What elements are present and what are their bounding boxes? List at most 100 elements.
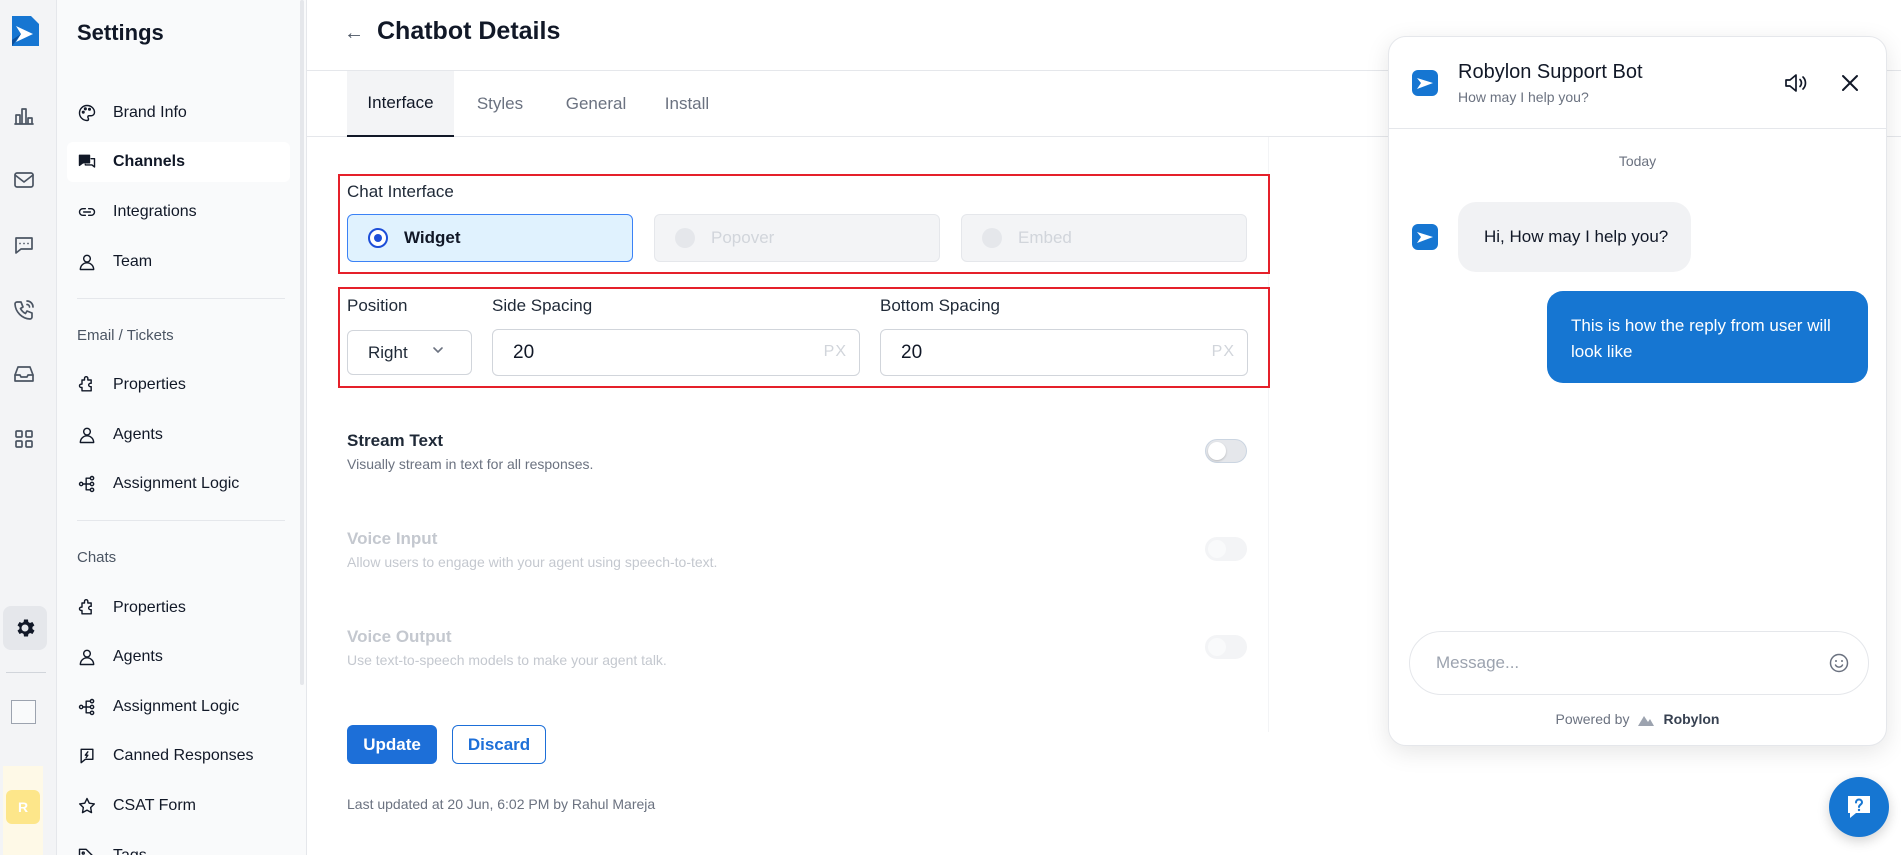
- help-chat-launcher-button[interactable]: [1829, 777, 1889, 837]
- star-icon: [78, 797, 96, 814]
- quick-reply-icon: [80, 748, 94, 764]
- update-button[interactable]: Update: [347, 725, 437, 764]
- sidebar-item-csat-form[interactable]: CSAT Form: [67, 786, 290, 826]
- mail-icon[interactable]: [10, 166, 38, 194]
- option-popover: Popover: [654, 214, 940, 262]
- tab-interface[interactable]: Interface: [347, 71, 454, 137]
- chevron-down-icon: [433, 347, 443, 354]
- position-select-value: Right: [368, 342, 408, 362]
- position-select[interactable]: Right: [347, 330, 472, 375]
- sidebar-item-label: CSAT Form: [113, 797, 196, 814]
- robylon-logo-icon[interactable]: [9, 14, 41, 48]
- voice-input-toggle: [1205, 537, 1247, 561]
- voice-input-title: Voice Input: [347, 529, 438, 548]
- sidebar-scrollbar[interactable]: [300, 0, 304, 685]
- sidebar-item-label: Tags: [113, 847, 147, 855]
- bot-avatar-icon: [1412, 224, 1438, 250]
- tab-styles[interactable]: Styles: [454, 71, 546, 137]
- phone-icon[interactable]: [10, 296, 38, 324]
- tab-general[interactable]: General: [546, 71, 646, 137]
- chat-widget-preview: Robylon Support Bot How may I help you? …: [1388, 36, 1887, 746]
- chat-header: Robylon Support Bot How may I help you?: [1389, 37, 1886, 129]
- chat-bubbles-icon: [78, 154, 96, 168]
- back-arrow-icon[interactable]: ←: [344, 22, 364, 45]
- workspace-square-icon[interactable]: [11, 700, 36, 724]
- user-icon: [79, 649, 95, 666]
- close-icon[interactable]: [1837, 70, 1863, 96]
- radio-disabled-icon: [982, 228, 1002, 248]
- sidebar-divider: [77, 298, 285, 299]
- toggle-knob: [1208, 442, 1226, 460]
- voice-input-desc: Allow users to engage with your agent us…: [347, 554, 718, 570]
- sidebar-item-label: Integrations: [113, 203, 197, 220]
- voice-output-toggle: [1205, 635, 1247, 659]
- powered-by-text: Powered by: [1555, 711, 1630, 727]
- sidebar-item-tags[interactable]: Tags: [67, 836, 290, 855]
- link-icon: [78, 207, 96, 217]
- px-unit-label: PX: [823, 343, 847, 360]
- message-input[interactable]: Message...: [1409, 631, 1869, 695]
- sidebar-item-label: Channels: [113, 153, 186, 170]
- stream-text-toggle[interactable]: [1205, 439, 1247, 463]
- sidebar-item-team[interactable]: Team: [67, 242, 290, 282]
- sidebar-item-label: Assignment Logic: [113, 475, 240, 492]
- sidebar-item-chat-agents[interactable]: Agents: [67, 637, 290, 677]
- powered-by-brand: Robylon: [1663, 711, 1720, 727]
- sidebar-item-canned-responses[interactable]: Canned Responses: [67, 736, 290, 776]
- position-label: Position: [347, 296, 408, 315]
- radio-selected-icon: [368, 228, 388, 248]
- user-message: This is how the reply from user will loo…: [1547, 291, 1868, 383]
- sidebar-item-email-agents[interactable]: Agents: [67, 415, 290, 455]
- icon-rail: R: [0, 0, 57, 855]
- page-title: Chatbot Details: [377, 17, 561, 45]
- robylon-mountain-icon: [1638, 716, 1655, 726]
- sidebar-item-label: Agents: [113, 648, 163, 665]
- discard-button[interactable]: Discard: [452, 725, 546, 764]
- date-divider: Today: [1618, 153, 1657, 169]
- emoji-icon[interactable]: [1828, 652, 1850, 674]
- tree-icon: [78, 698, 95, 716]
- sidebar-item-label: Team: [113, 253, 153, 270]
- help-bubble-icon: [1848, 796, 1870, 818]
- sidebar-item-email-assignment-logic[interactable]: Assignment Logic: [67, 464, 290, 504]
- sidebar-item-channels[interactable]: Channels: [67, 142, 290, 182]
- analytics-icon[interactable]: [10, 102, 38, 130]
- bottom-spacing-label: Bottom Spacing: [880, 296, 1001, 315]
- tag-icon: [78, 848, 93, 855]
- palette-icon: [78, 104, 96, 122]
- bottom-spacing-input[interactable]: 20 PX: [880, 329, 1248, 376]
- apps-grid-icon[interactable]: [10, 425, 38, 453]
- user-icon: [79, 254, 95, 271]
- last-updated-text: Last updated at 20 Jun, 6:02 PM by Rahul…: [347, 796, 656, 812]
- puzzle-icon: [78, 599, 92, 615]
- settings-sidebar: Settings Brand Info Channels Integration…: [57, 0, 307, 855]
- chat-title: Robylon Support Bot: [1458, 61, 1643, 83]
- sidebar-item-chat-assignment-logic[interactable]: Assignment Logic: [67, 687, 290, 727]
- sidebar-item-email-properties[interactable]: Properties: [67, 365, 290, 405]
- puzzle-icon: [78, 376, 92, 392]
- toggle-knob: [1208, 540, 1226, 558]
- option-label: Popover: [711, 228, 775, 247]
- tab-install[interactable]: Install: [646, 71, 728, 137]
- option-label: Widget: [404, 228, 461, 247]
- section-email-tickets: Email / Tickets: [77, 327, 174, 344]
- speaker-icon[interactable]: [1781, 69, 1809, 97]
- option-embed: Embed: [961, 214, 1247, 262]
- user-icon: [79, 427, 95, 444]
- inbox-icon[interactable]: [10, 360, 38, 388]
- sidebar-item-chat-properties[interactable]: Properties: [67, 588, 290, 628]
- px-unit-label: PX: [1211, 343, 1235, 360]
- chat-icon[interactable]: [10, 231, 38, 259]
- sidebar-item-brand-info[interactable]: Brand Info: [67, 93, 290, 133]
- sidebar-item-integrations[interactable]: Integrations: [67, 192, 290, 232]
- sidebar-item-label: Properties: [113, 599, 186, 616]
- sidebar-item-label: Properties: [113, 376, 186, 393]
- user-avatar[interactable]: R: [6, 790, 40, 824]
- settings-gear-icon[interactable]: [3, 606, 47, 650]
- message-placeholder: Message...: [1436, 653, 1520, 672]
- sidebar-item-label: Assignment Logic: [113, 698, 240, 715]
- rail-divider: [6, 672, 46, 673]
- side-spacing-input[interactable]: 20 PX: [492, 329, 860, 376]
- option-widget[interactable]: Widget: [347, 214, 633, 262]
- voice-output-title: Voice Output: [347, 627, 452, 646]
